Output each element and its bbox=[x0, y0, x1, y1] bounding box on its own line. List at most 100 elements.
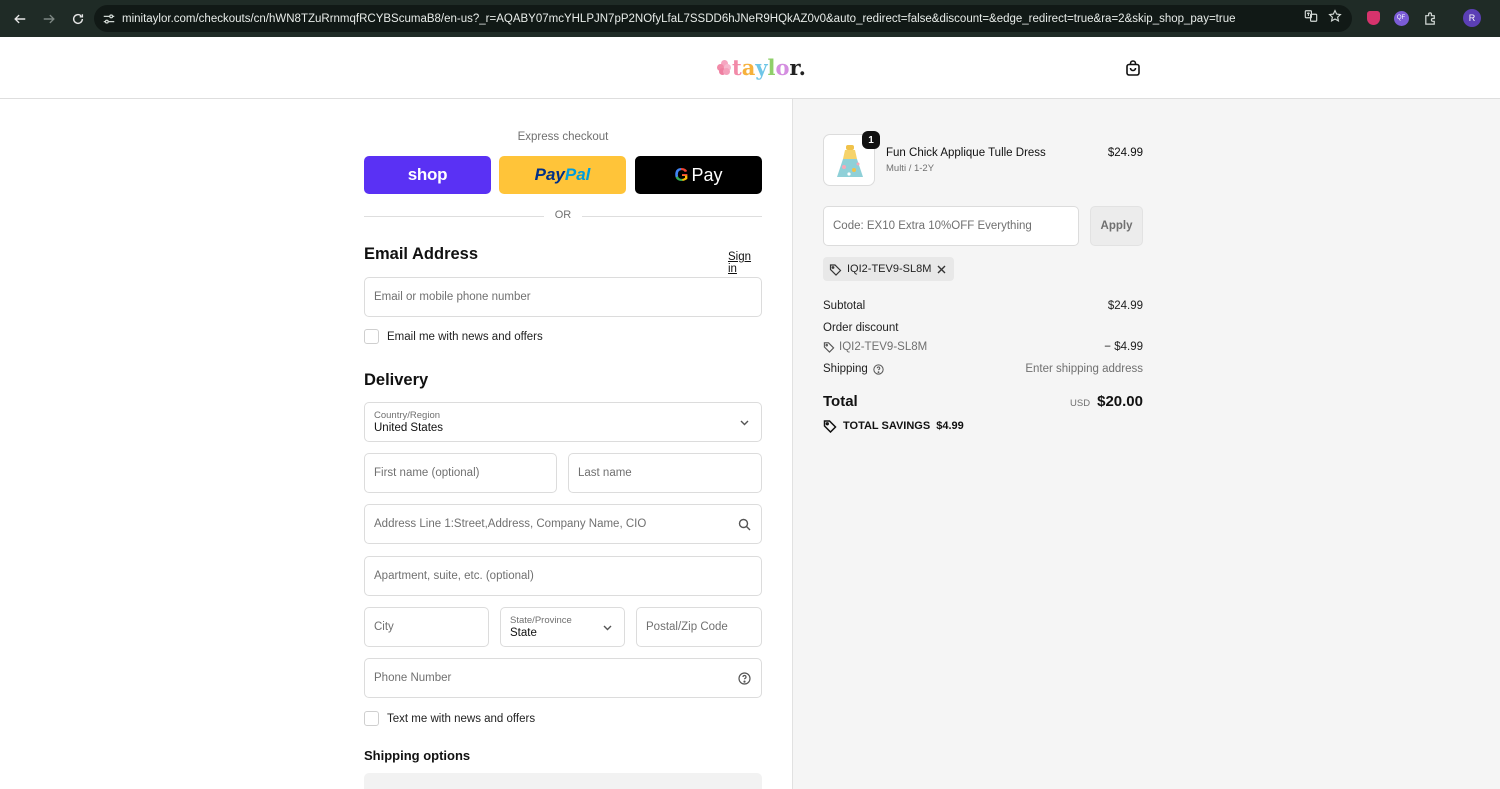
address-placeholder: Address Line 1:Street,Address, Company N… bbox=[374, 518, 647, 530]
dress-image bbox=[837, 145, 863, 177]
order-discount-row: Order discount bbox=[823, 322, 1143, 334]
text-news-checkbox[interactable] bbox=[364, 711, 379, 726]
shopping-bag-icon[interactable] bbox=[1124, 59, 1142, 77]
total-value: $20.00 bbox=[1097, 393, 1143, 410]
shop-pay-label: shop bbox=[407, 165, 448, 184]
last-name-placeholder: Last name bbox=[578, 467, 632, 479]
shipping-options-title: Shipping options bbox=[364, 748, 471, 763]
shipping-row: Shipping Enter shipping address bbox=[823, 363, 1143, 375]
extensions-puzzle-icon[interactable] bbox=[1421, 9, 1439, 27]
back-arrow-icon[interactable] bbox=[10, 9, 30, 29]
email-news-checkbox[interactable] bbox=[364, 329, 379, 344]
logo-letter: a bbox=[741, 54, 756, 80]
or-label: OR bbox=[554, 209, 572, 221]
first-name-placeholder: First name (optional) bbox=[374, 467, 480, 479]
forward-arrow-icon[interactable] bbox=[39, 9, 59, 29]
email-input[interactable]: Email or mobile phone number bbox=[364, 277, 762, 317]
delivery-section-title: Delivery bbox=[364, 371, 429, 389]
paypal-label-part2: Pal bbox=[564, 165, 591, 184]
country-value: United States bbox=[374, 421, 444, 434]
apartment-input[interactable]: Apartment, suite, etc. (optional) bbox=[364, 556, 762, 596]
discount-code-label: IQI2-TEV9-SL8M bbox=[839, 341, 928, 353]
url-text[interactable]: minitaylor.com/checkouts/cn/hWN8TZuRrnmq… bbox=[122, 13, 1304, 25]
shipping-label: Shipping bbox=[823, 363, 868, 375]
item-price: $24.99 bbox=[1107, 147, 1143, 159]
total-row: Total USD $20.00 bbox=[823, 393, 1143, 410]
apartment-placeholder: Apartment, suite, etc. (optional) bbox=[374, 570, 534, 582]
quantity-badge: 1 bbox=[862, 131, 880, 149]
express-checkout-title: Express checkout bbox=[517, 131, 609, 143]
paypal-button[interactable]: Pay Pal bbox=[499, 156, 626, 194]
logo-letter: r. bbox=[789, 54, 806, 80]
logo-letter: t bbox=[732, 54, 742, 80]
shop-pay-button[interactable]: shop bbox=[364, 156, 491, 194]
first-name-input[interactable]: First name (optional) bbox=[364, 453, 557, 493]
chevron-down-icon bbox=[601, 621, 614, 634]
logo-letter: o bbox=[775, 54, 790, 80]
address-input[interactable]: Address Line 1:Street,Address, Company N… bbox=[364, 504, 762, 544]
subtotal-value: $24.99 bbox=[1107, 300, 1143, 312]
shipping-value: Enter shipping address bbox=[1025, 363, 1143, 375]
country-select[interactable]: Country/Region United States bbox=[364, 402, 762, 442]
browser-toolbar: minitaylor.com/checkouts/cn/hWN8TZuRrnmq… bbox=[0, 0, 1500, 37]
translate-icon[interactable] bbox=[1304, 9, 1318, 28]
site-settings-icon[interactable] bbox=[96, 5, 122, 32]
total-savings-label: TOTAL SAVINGS bbox=[843, 420, 931, 432]
order-discount-label: Order discount bbox=[823, 322, 899, 334]
google-pay-label: Pay bbox=[691, 164, 723, 185]
order-summary-panel bbox=[792, 99, 1500, 789]
zip-placeholder: Postal/Zip Code bbox=[646, 621, 728, 633]
email-news-checkbox-row[interactable]: Email me with news and offers bbox=[364, 329, 543, 344]
city-placeholder: City bbox=[374, 621, 394, 633]
country-label: Country/Region bbox=[374, 409, 441, 421]
discount-code-placeholder: Code: EX10 Extra 10%OFF Everything bbox=[833, 220, 1032, 232]
or-divider: OR bbox=[364, 209, 762, 223]
close-icon[interactable] bbox=[935, 263, 948, 276]
apply-button[interactable]: Apply bbox=[1090, 206, 1143, 246]
discount-code-input[interactable]: Code: EX10 Extra 10%OFF Everything bbox=[823, 206, 1079, 246]
tag-icon bbox=[823, 419, 837, 434]
logo-letter: l bbox=[767, 54, 776, 80]
profile-avatar[interactable]: R bbox=[1463, 9, 1481, 27]
applied-discount-code: IQI2-TEV9-SL8M bbox=[847, 263, 932, 275]
state-select[interactable]: State/Province State bbox=[500, 607, 625, 647]
total-label: Total bbox=[823, 393, 858, 410]
help-circle-icon[interactable] bbox=[873, 363, 884, 375]
subtotal-row: Subtotal $24.99 bbox=[823, 300, 1143, 312]
item-name: Fun Chick Applique Tulle Dress bbox=[886, 147, 1046, 159]
discount-code-row: IQI2-TEV9-SL8M − $4.99 bbox=[823, 341, 1143, 353]
reload-icon[interactable] bbox=[68, 9, 88, 29]
search-icon bbox=[738, 518, 751, 531]
google-pay-button[interactable]: G Pay bbox=[635, 156, 762, 194]
total-savings-value: $4.99 bbox=[936, 420, 964, 432]
city-input[interactable]: City bbox=[364, 607, 489, 647]
help-circle-icon[interactable] bbox=[738, 672, 751, 685]
state-value: State bbox=[510, 626, 537, 639]
logo-letter: y bbox=[755, 54, 768, 80]
site-header: t a y l o r. bbox=[0, 37, 1500, 99]
tag-icon bbox=[823, 341, 835, 353]
total-savings: TOTAL SAVINGS $4.99 bbox=[823, 419, 964, 434]
phone-placeholder: Phone Number bbox=[374, 672, 452, 684]
google-g-icon: G bbox=[674, 164, 689, 185]
extension-circle-icon[interactable]: QF bbox=[1392, 9, 1410, 27]
flower-logo-icon bbox=[717, 60, 731, 75]
phone-input[interactable]: Phone Number bbox=[364, 658, 762, 698]
taylor-logo[interactable]: t a y l o r. bbox=[717, 53, 806, 81]
bookmark-star-icon[interactable] bbox=[1328, 9, 1342, 28]
last-name-input[interactable]: Last name bbox=[568, 453, 762, 493]
extension-shield-icon[interactable] bbox=[1364, 9, 1382, 27]
sign-in-link[interactable]: Sign in bbox=[728, 251, 762, 275]
address-bar[interactable]: minitaylor.com/checkouts/cn/hWN8TZuRrnmq… bbox=[94, 5, 1352, 32]
zip-input[interactable]: Postal/Zip Code bbox=[636, 607, 762, 647]
email-section-title: Email Address bbox=[364, 245, 479, 263]
chevron-down-icon bbox=[738, 416, 751, 429]
email-placeholder: Email or mobile phone number bbox=[374, 291, 531, 303]
item-variant: Multi / 1-2Y bbox=[886, 163, 935, 174]
text-news-label: Text me with news and offers bbox=[387, 712, 536, 725]
discount-value: − $4.99 bbox=[1104, 341, 1143, 353]
text-news-checkbox-row[interactable]: Text me with news and offers bbox=[364, 711, 535, 726]
paypal-label-part1: Pay bbox=[534, 165, 565, 184]
currency-code: USD bbox=[1070, 398, 1091, 409]
tag-icon bbox=[829, 263, 842, 276]
